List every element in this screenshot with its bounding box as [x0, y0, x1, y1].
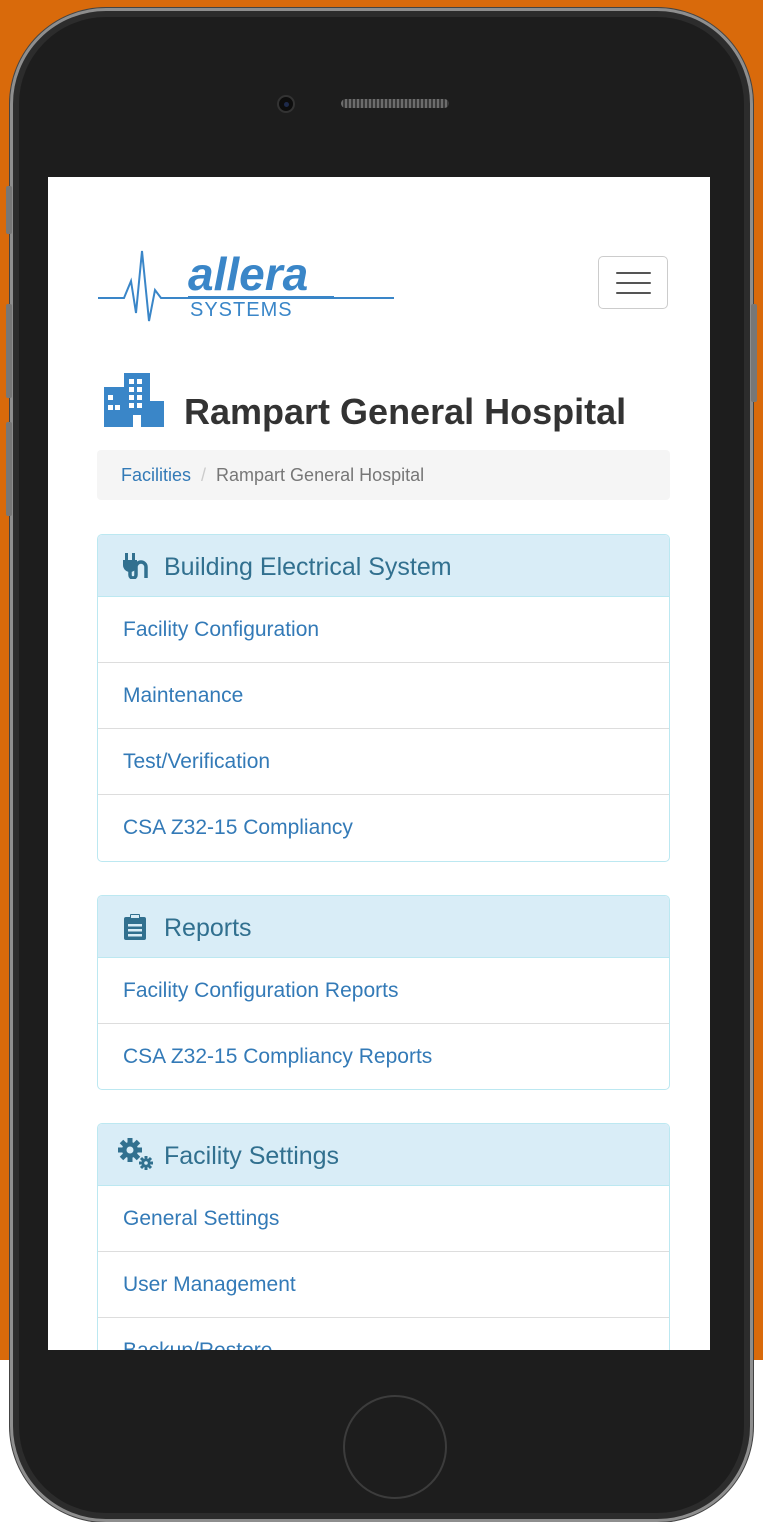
screen: allera SYSTEMS Rampart General Hospital …	[48, 177, 710, 1350]
side-button	[6, 422, 12, 516]
link-general-settings[interactable]: General Settings	[98, 1186, 669, 1252]
camera-icon	[277, 95, 295, 113]
breadcrumb: Facilities / Rampart General Hospital	[97, 450, 670, 500]
breadcrumb-separator: /	[201, 465, 207, 485]
panel-facility-settings: Facility Settings General Settings User …	[97, 1123, 670, 1350]
side-button	[6, 304, 12, 398]
side-button	[751, 304, 757, 402]
link-facility-configuration[interactable]: Facility Configuration	[98, 597, 669, 663]
hamburger-icon-line	[616, 272, 651, 274]
logo-wordmark: allera	[188, 248, 309, 300]
panel-title: Building Electrical System	[164, 553, 452, 581]
panel-title: Reports	[164, 914, 252, 942]
hamburger-icon-line	[616, 282, 651, 284]
menu-toggle-button[interactable]	[598, 256, 668, 309]
panel-heading: Building Electrical System	[98, 535, 669, 597]
panel-title: Facility Settings	[164, 1142, 340, 1170]
link-backup-restore[interactable]: Backup/Restore	[98, 1318, 669, 1350]
link-maintenance[interactable]: Maintenance	[98, 663, 669, 729]
side-button	[6, 186, 12, 234]
speaker-grille	[341, 99, 449, 108]
panel-heading: Reports	[98, 896, 669, 958]
clipboard-icon	[124, 914, 146, 940]
breadcrumb-facilities-link[interactable]: Facilities	[121, 465, 191, 485]
gears-icon	[118, 1138, 153, 1170]
home-button[interactable]	[343, 1395, 447, 1499]
building-icon	[104, 373, 164, 427]
link-test-verification[interactable]: Test/Verification	[98, 729, 669, 795]
plug-icon	[123, 553, 148, 579]
panel-heading: Facility Settings	[98, 1124, 669, 1186]
link-csa-compliancy[interactable]: CSA Z32-15 Compliancy	[98, 795, 669, 861]
link-facility-configuration-reports[interactable]: Facility Configuration Reports	[98, 958, 669, 1024]
breadcrumb-current: Rampart General Hospital	[216, 465, 425, 485]
hamburger-icon-line	[616, 292, 651, 294]
link-csa-compliancy-reports[interactable]: CSA Z32-15 Compliancy Reports	[98, 1024, 669, 1089]
panel-reports: Reports Facility Configuration Reports C…	[97, 895, 670, 1090]
logo-subtitle: SYSTEMS	[190, 299, 293, 321]
page-title: Rampart General Hospital	[184, 391, 627, 432]
allera-logo[interactable]: allera SYSTEMS	[98, 248, 394, 323]
link-user-management[interactable]: User Management	[98, 1252, 669, 1318]
panel-building-electrical-system: Building Electrical System Facility Conf…	[97, 534, 670, 862]
